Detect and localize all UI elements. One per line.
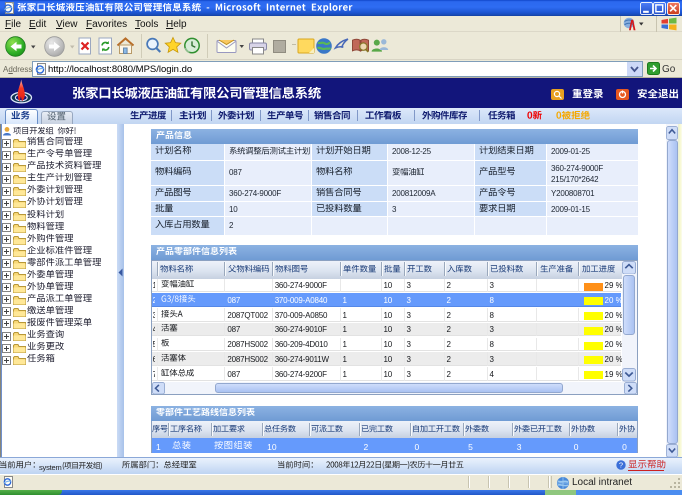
svg-text:?: ? [619,461,623,470]
